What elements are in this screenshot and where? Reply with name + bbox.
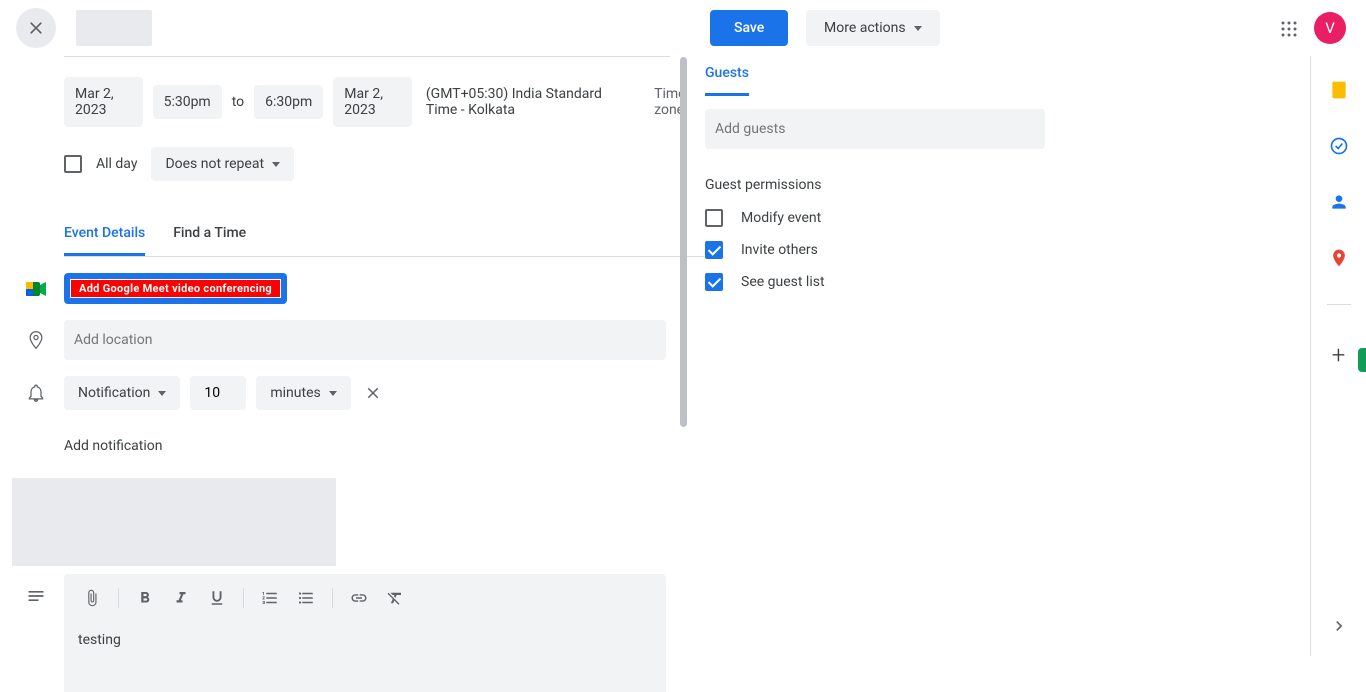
numbered-list-icon [261,589,279,607]
recurrence-dropdown[interactable]: Does not repeat [151,147,294,181]
link-icon [350,589,368,607]
bulleted-list-button[interactable] [292,584,320,612]
scrollbar[interactable] [680,57,687,427]
guest-permissions-heading: Guest permissions [705,177,1045,193]
start-date-picker[interactable]: Mar 2, 2023 [64,77,143,127]
close-icon [26,18,46,38]
add-notification-button[interactable]: Add notification [64,426,704,466]
tab-find-a-time[interactable]: Find a Time [173,217,246,256]
italic-button[interactable] [167,584,195,612]
collapse-side-panel-button[interactable] [1329,616,1349,640]
modify-event-label: Modify event [741,210,821,226]
add-addon-button[interactable]: + [1332,341,1346,369]
google-apps-button[interactable] [1280,20,1298,42]
close-icon [364,384,382,402]
underline-button[interactable] [203,584,231,612]
description-icon [24,584,48,608]
start-time-picker[interactable]: 5:30pm [153,85,222,119]
tasks-icon[interactable] [1329,136,1349,156]
bold-button[interactable] [131,584,159,612]
meet-button-label: Add Google Meet video conferencing [70,279,281,298]
see-guest-list-checkbox[interactable] [705,273,723,291]
toolbar-separator [332,588,333,608]
see-guest-list-label: See guest list [741,274,825,290]
underline-icon [208,589,226,607]
notification-unit-dropdown[interactable]: minutes [256,376,350,410]
bulleted-list-icon [297,589,315,607]
all-day-label: All day [96,156,137,172]
recurrence-label: Does not repeat [165,156,264,172]
notification-unit-label: minutes [270,385,320,401]
notification-value-input[interactable] [190,376,246,410]
toolbar-separator [118,588,119,608]
meet-icon [24,277,48,301]
invite-others-checkbox[interactable] [705,241,723,259]
italic-icon [172,589,190,607]
timezone-text: (GMT+05:30) India Standard Time - Kolkat… [426,86,632,118]
side-panel-tab-indicator [1358,348,1366,372]
invite-others-label: Invite others [741,242,818,258]
side-panel-divider [1327,304,1351,305]
notification-type-label: Notification [78,385,150,401]
add-google-meet-button[interactable]: Add Google Meet video conferencing [64,273,287,304]
maps-icon[interactable] [1329,248,1349,268]
toolbar-separator [243,588,244,608]
clear-formatting-icon [386,589,404,607]
account-avatar[interactable]: V [1314,12,1346,44]
chevron-down-icon [329,391,337,396]
link-button[interactable] [345,584,373,612]
more-actions-label: More actions [824,20,906,36]
bold-icon [136,589,154,607]
attachment-icon [83,589,101,607]
all-day-checkbox[interactable] [64,155,82,173]
notification-type-dropdown[interactable]: Notification [64,376,180,410]
location-input[interactable] [64,320,666,360]
modify-event-checkbox[interactable] [705,209,723,227]
event-title-input[interactable] [76,10,152,46]
chevron-right-icon [1329,616,1349,636]
notification-icon [24,381,48,405]
attach-button[interactable] [78,584,106,612]
numbered-list-button[interactable] [256,584,284,612]
chevron-down-icon [158,391,166,396]
remove-notification-button[interactable] [361,381,385,405]
more-actions-button[interactable]: More actions [806,10,940,46]
to-label: to [232,94,244,110]
close-button[interactable] [16,8,56,48]
contacts-icon[interactable] [1329,192,1349,212]
save-button[interactable]: Save [710,10,788,46]
tab-event-details[interactable]: Event Details [64,217,145,256]
chevron-down-icon [914,26,922,31]
calendar-color-section [12,478,336,566]
location-icon [24,328,48,352]
end-date-picker[interactable]: Mar 2, 2023 [333,77,412,127]
chevron-down-icon [272,162,280,167]
clear-formatting-button[interactable] [381,584,409,612]
add-guests-input[interactable] [705,109,1045,149]
guests-tab[interactable]: Guests [705,57,749,96]
end-time-picker[interactable]: 6:30pm [254,85,323,119]
description-textarea[interactable]: testing [64,622,666,692]
keep-icon[interactable] [1329,80,1349,100]
